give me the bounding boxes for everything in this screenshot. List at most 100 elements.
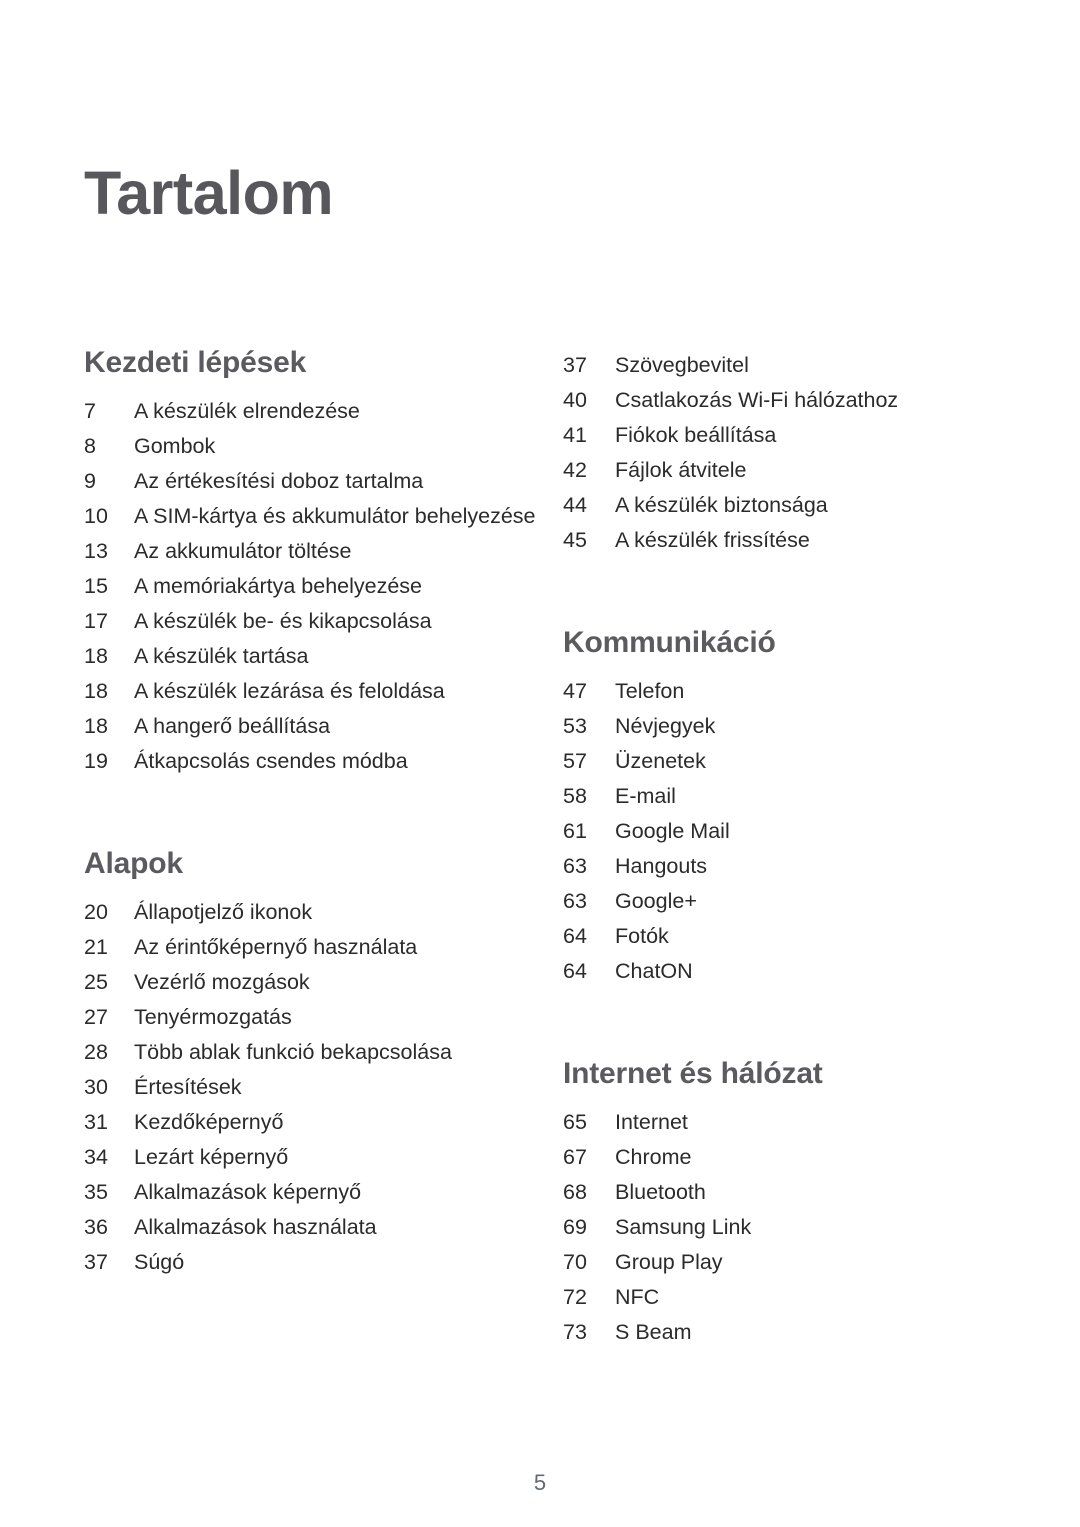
toc-entry-page: 45 <box>563 528 587 552</box>
toc-entry-title: Gombok <box>134 434 216 458</box>
toc-entry[interactable]: 10 A SIM-kártya és akkumulátor behelyezés… <box>84 499 554 534</box>
toc-entry-title: Több ablak funkció bekapcsolása <box>134 1040 452 1064</box>
toc-entry[interactable]: 15 A memóriakártya behelyezése <box>84 569 554 604</box>
toc-entry[interactable]: 58 E-mail <box>563 779 993 814</box>
toc-entry[interactable]: 13 Az akkumulátor töltése <box>84 534 554 569</box>
toc-entry-title: Chrome <box>615 1145 692 1169</box>
toc-entry-page: 18 <box>84 714 108 738</box>
toc-entry-title: A SIM-kártya és akkumulátor behelyezése <box>134 504 536 528</box>
toc-entry-page: 53 <box>563 714 587 738</box>
toc-entry-page: 21 <box>84 935 108 959</box>
toc-entry-page: 9 <box>84 469 96 493</box>
toc-entry[interactable]: 17 A készülék be- és kikapcsolása <box>84 604 554 639</box>
toc-list: 20 Állapotjelző ikonok 21 Az érintőképernyő… <box>84 895 554 1280</box>
toc-entry[interactable]: 65 Internet <box>563 1105 993 1140</box>
toc-entry-title: A készülék lezárása és feloldása <box>134 679 445 703</box>
toc-entry[interactable]: 63 Google+ <box>563 884 993 919</box>
toc-entry[interactable]: 68 Bluetooth <box>563 1175 993 1210</box>
toc-entry-title: A készülék tartása <box>134 644 309 668</box>
toc-entry[interactable]: 64 ChatON <box>563 954 993 989</box>
toc-entry-title: A készülék biztonsága <box>615 493 828 517</box>
toc-entry-page: 72 <box>563 1285 587 1309</box>
toc-entry[interactable]: 18 A készülék tartása <box>84 639 554 674</box>
toc-entry[interactable]: 30 Értesítések <box>84 1070 554 1105</box>
toc-entry-page: 35 <box>84 1180 108 1204</box>
toc-entry-title: A memóriakártya behelyezése <box>134 574 423 598</box>
toc-entry[interactable]: 53 Névjegyek <box>563 709 993 744</box>
toc-entry[interactable]: 20 Állapotjelző ikonok <box>84 895 554 930</box>
toc-entry-title: A hangerő beállítása <box>134 714 331 738</box>
toc-entry-page: 13 <box>84 539 108 563</box>
toc-entry[interactable]: 63 Hangouts <box>563 849 993 884</box>
toc-column-right: 37 Szövegbevitel 40 Csatlakozás Wi-Fi hálóz… <box>563 348 993 1350</box>
toc-entry[interactable]: 9 Az értékesítési doboz tartalma <box>84 464 554 499</box>
toc-entry[interactable]: 7 A készülék elrendezése <box>84 394 554 429</box>
toc-entry[interactable]: 31 Kezdőképernyő <box>84 1105 554 1140</box>
toc-entry-title: NFC <box>615 1285 660 1309</box>
toc-entry-page: 68 <box>563 1180 587 1204</box>
toc-entry[interactable]: 61 Google Mail <box>563 814 993 849</box>
section-heading: Alapok <box>84 847 183 880</box>
toc-entry[interactable]: 57 Üzenetek <box>563 744 993 779</box>
toc-entry[interactable]: 37 Súgó <box>84 1245 554 1280</box>
document-page: Tartalom Kezdeti lépések 7 A készülék elre… <box>0 0 1080 1527</box>
toc-entry-title: A készülék frissítése <box>615 528 810 552</box>
toc-entry-page: 17 <box>84 609 108 633</box>
toc-entry[interactable]: 41 Fiókok beállítása <box>563 418 993 453</box>
toc-entry[interactable]: 18 A hangerő beállítása <box>84 709 554 744</box>
toc-entry-title: Alkalmazások használata <box>134 1215 377 1239</box>
toc-entry[interactable]: 25 Vezérlő mozgások <box>84 965 554 1000</box>
toc-entry-page: 69 <box>563 1215 587 1239</box>
toc-entry[interactable]: 37 Szövegbevitel <box>563 348 993 383</box>
toc-entry[interactable]: 70 Group Play <box>563 1245 993 1280</box>
toc-entry[interactable]: 64 Fotók <box>563 919 993 954</box>
toc-entry[interactable]: 45 A készülék frissítése <box>563 523 993 558</box>
toc-entry-title: Bluetooth <box>615 1180 706 1204</box>
toc-section: 37 Szövegbevitel 40 Csatlakozás Wi-Fi hálóz… <box>563 348 993 558</box>
footer-page-number: 5 <box>533 1470 547 1495</box>
toc-entry-title: S Beam <box>615 1320 692 1344</box>
toc-entry[interactable]: 69 Samsung Link <box>563 1210 993 1245</box>
toc-entry-title: Tenyérmozgatás <box>134 1005 292 1029</box>
toc-entry[interactable]: 73 S Beam <box>563 1315 993 1350</box>
toc-entry-title: Fotók <box>615 924 669 948</box>
toc-entry-page: 7 <box>84 399 96 423</box>
toc-entry[interactable]: 44 A készülék biztonsága <box>563 488 993 523</box>
toc-entry[interactable]: 36 Alkalmazások használata <box>84 1210 554 1245</box>
section-heading: Internet és hálózat <box>563 1057 823 1090</box>
toc-entry-page: 31 <box>84 1110 108 1134</box>
toc-entry-title: A készülék elrendezése <box>134 399 360 423</box>
toc-entry-page: 10 <box>84 504 108 528</box>
toc-entry-page: 19 <box>84 749 108 773</box>
section-heading: Kezdeti lépések <box>84 346 307 379</box>
toc-entry-page: 15 <box>84 574 108 598</box>
toc-entry-page: 64 <box>563 959 587 983</box>
toc-entry[interactable]: 8 Gombok <box>84 429 554 464</box>
toc-entry[interactable]: 28 Több ablak funkció bekapcsolása <box>84 1035 554 1070</box>
toc-entry-page: 64 <box>563 924 587 948</box>
toc-entry-title: Állapotjelző ikonok <box>134 900 313 924</box>
toc-entry-page: 61 <box>563 819 587 843</box>
toc-entry[interactable]: 35 Alkalmazások képernyő <box>84 1175 554 1210</box>
toc-entry[interactable]: 18 A készülék lezárása és feloldása <box>84 674 554 709</box>
toc-entry[interactable]: 34 Lezárt képernyő <box>84 1140 554 1175</box>
toc-entry[interactable]: 21 Az érintőképernyő használata <box>84 930 554 965</box>
toc-entry-page: 63 <box>563 889 587 913</box>
toc-entry[interactable]: 47 Telefon <box>563 674 993 709</box>
toc-entry-title: Samsung Link <box>615 1215 752 1239</box>
toc-entry[interactable]: 19 Átkapcsolás csendes módba <box>84 744 554 779</box>
toc-entry[interactable]: 27 Tenyérmozgatás <box>84 1000 554 1035</box>
toc-entry-title: A készülék be- és kikapcsolása <box>134 609 432 633</box>
toc-entry-page: 58 <box>563 784 587 808</box>
toc-entry-page: 8 <box>84 434 96 458</box>
toc-entry[interactable]: 72 NFC <box>563 1280 993 1315</box>
toc-entry-page: 37 <box>84 1250 108 1274</box>
toc-entry-page: 70 <box>563 1250 587 1274</box>
toc-entry-title: Google+ <box>615 889 697 913</box>
toc-entry-page: 37 <box>563 353 587 377</box>
toc-entry[interactable]: 42 Fájlok átvitele <box>563 453 993 488</box>
toc-entry-page: 28 <box>84 1040 108 1064</box>
toc-entry[interactable]: 40 Csatlakozás Wi-Fi hálózathoz <box>563 383 993 418</box>
toc-entry[interactable]: 67 Chrome <box>563 1140 993 1175</box>
toc-column-left: Kezdeti lépések 7 A készülék elrendezése 8 G… <box>84 348 554 1280</box>
